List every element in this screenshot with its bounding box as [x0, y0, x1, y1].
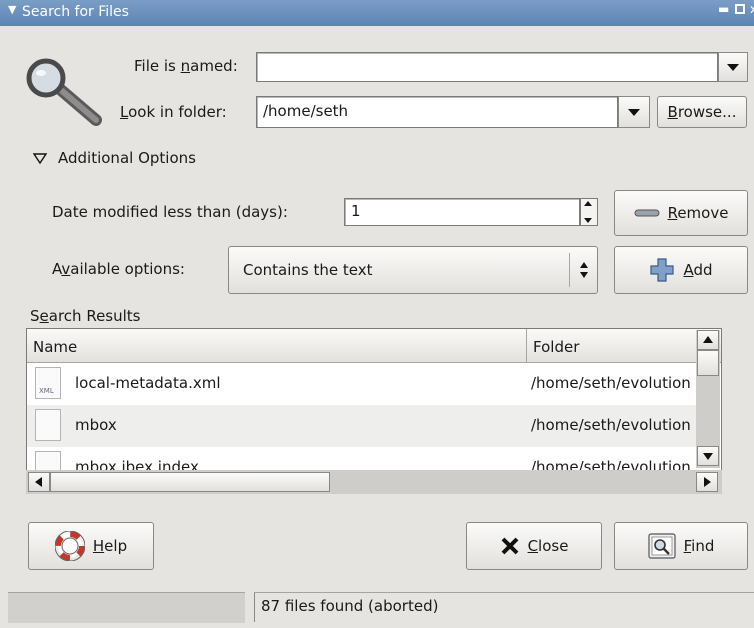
- minimize-icon[interactable]: ▬: [718, 2, 729, 16]
- result-row[interactable]: mbox /home/seth/evolution: [27, 405, 715, 447]
- browse-label: Browse...: [667, 103, 737, 121]
- magnifier-icon: [26, 58, 102, 126]
- file-icon: [35, 409, 61, 441]
- find-button[interactable]: Find: [614, 522, 748, 570]
- search-results-label: Search Results: [30, 307, 141, 325]
- help-label: Help: [92, 537, 128, 555]
- result-row[interactable]: XML local-metadata.xml /home/seth/evolut…: [27, 363, 715, 405]
- help-button[interactable]: Help: [28, 522, 154, 570]
- title-bar[interactable]: ▼ Search for Files ▬ ✕: [0, 0, 754, 26]
- scroll-left-button[interactable]: [28, 472, 50, 492]
- remove-label: Remove: [667, 204, 729, 222]
- available-options-select[interactable]: Contains the text: [228, 246, 598, 294]
- vertical-scrollbar[interactable]: [696, 330, 720, 468]
- horizontal-scroll-thumb[interactable]: [50, 472, 330, 492]
- x-icon: [501, 537, 518, 555]
- result-name: mbox: [75, 416, 117, 434]
- file-named-dropdown-button[interactable]: [718, 52, 748, 82]
- remove-button[interactable]: Remove: [614, 190, 748, 236]
- date-modified-spin-button[interactable]: [580, 198, 598, 226]
- look-in-folder-dropdown-button[interactable]: [618, 96, 650, 128]
- scroll-up-button[interactable]: [697, 330, 719, 350]
- window-menu-icon[interactable]: ▼: [8, 3, 16, 16]
- add-button[interactable]: Add: [614, 246, 748, 294]
- file-named-input[interactable]: [256, 52, 718, 82]
- scroll-down-button[interactable]: [697, 446, 719, 466]
- plus-icon: [650, 258, 675, 282]
- close-label: Close: [527, 537, 569, 555]
- additional-options-expander[interactable]: Additional Options: [58, 149, 196, 167]
- look-in-folder-label: Look in folder:: [120, 103, 227, 121]
- search-results-list[interactable]: Name Folder XML local-metadata.xml /home…: [26, 328, 722, 478]
- browse-button[interactable]: Browse...: [657, 96, 747, 128]
- result-name: local-metadata.xml: [75, 374, 221, 392]
- minus-icon: [634, 209, 660, 217]
- add-label: Add: [683, 261, 713, 279]
- file-named-label: File is named:: [134, 57, 238, 75]
- select-separator: [569, 253, 570, 287]
- column-header-folder[interactable]: Folder: [527, 329, 721, 363]
- find-icon: [648, 533, 676, 559]
- lifebuoy-icon: [54, 531, 85, 561]
- available-options-label: Available options:: [52, 260, 185, 278]
- column-header-name[interactable]: Name: [27, 329, 527, 363]
- look-in-folder-input[interactable]: /home/seth: [256, 96, 618, 128]
- maximize-icon[interactable]: [735, 4, 745, 14]
- expander-arrow-icon[interactable]: [33, 153, 47, 165]
- result-folder: /home/seth/evolution: [531, 374, 691, 392]
- result-folder: /home/seth/evolution: [531, 416, 691, 434]
- vertical-scroll-thumb[interactable]: [697, 350, 719, 376]
- date-modified-label: Date modified less than (days):: [52, 203, 288, 221]
- status-progress-area: [8, 592, 245, 623]
- updown-arrows-icon: [580, 262, 588, 278]
- close-button[interactable]: Close: [466, 522, 602, 570]
- xml-file-icon: XML: [35, 367, 61, 399]
- find-label: Find: [683, 537, 715, 555]
- status-bar-text: 87 files found (aborted): [254, 592, 754, 622]
- close-window-icon[interactable]: ✕: [749, 3, 754, 17]
- horizontal-scrollbar[interactable]: [26, 470, 722, 494]
- search-window: ▼ Search for Files ▬ ✕ File is named: Lo…: [0, 0, 754, 628]
- date-modified-input[interactable]: 1: [344, 198, 580, 226]
- window-title: Search for Files: [22, 4, 129, 20]
- scroll-right-button[interactable]: [696, 472, 718, 492]
- available-options-value: Contains the text: [243, 261, 373, 279]
